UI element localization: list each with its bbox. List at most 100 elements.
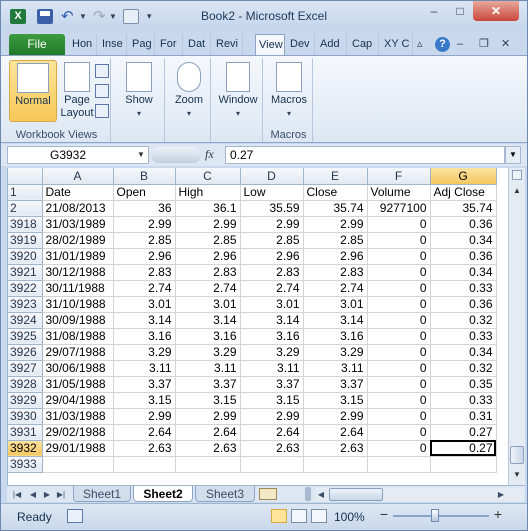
cell[interactable]: 2.74	[113, 280, 176, 297]
cell[interactable]: 3.15	[113, 392, 176, 409]
column-header[interactable]: F	[367, 168, 431, 185]
cell[interactable]: 2.96	[113, 248, 176, 265]
cell[interactable]: 2.74	[303, 280, 368, 297]
workbook-restore-icon[interactable]: ❐	[479, 37, 489, 52]
tab-review[interactable]: Revi	[213, 34, 243, 55]
first-sheet-icon[interactable]: |◀	[11, 488, 23, 501]
cell[interactable]: 2.99	[303, 408, 368, 425]
tab-insert[interactable]: Inse	[99, 34, 127, 55]
cell[interactable]: Adj Close	[430, 184, 497, 201]
scroll-right-icon[interactable]: ▶	[495, 488, 507, 501]
cell[interactable]: 0	[367, 312, 431, 329]
scroll-down-icon[interactable]: ▼	[510, 468, 524, 482]
cell[interactable]: 3.29	[303, 344, 368, 361]
view-page-layout-icon[interactable]	[291, 509, 307, 523]
maximize-button[interactable]: □	[447, 1, 473, 21]
cell[interactable]: 29/01/1988	[42, 440, 114, 457]
horizontal-scroll-thumb[interactable]	[329, 488, 383, 501]
cell[interactable]: 2.85	[303, 232, 368, 249]
cell[interactable]: Date	[42, 184, 114, 201]
row-header[interactable]: 2	[8, 200, 43, 217]
cell[interactable]: 0	[367, 376, 431, 393]
cell[interactable]: 36.1	[175, 200, 241, 217]
cell[interactable]: 28/02/1989	[42, 232, 114, 249]
row-header[interactable]: 3929	[8, 392, 43, 409]
name-box[interactable]: G3932	[7, 146, 149, 164]
workbook-close-icon[interactable]: ✕	[501, 37, 510, 52]
tab-developer[interactable]: Dev	[287, 34, 315, 55]
row-header[interactable]: 3933	[8, 456, 43, 473]
close-button[interactable]: ✕	[473, 1, 519, 21]
cell[interactable]: 2.64	[113, 424, 176, 441]
cell[interactable]: 2.64	[240, 424, 304, 441]
row-header[interactable]: 3921	[8, 264, 43, 281]
next-sheet-icon[interactable]: ▶	[41, 488, 53, 501]
column-header[interactable]: B	[113, 168, 176, 185]
tab-file[interactable]: File	[9, 34, 65, 55]
cell[interactable]: 0.36	[430, 296, 497, 313]
tab-data[interactable]: Dat	[185, 34, 211, 55]
worksheet-grid[interactable]: ABCDEFG 1 Date Open High Low Close Volume Adj C…	[7, 168, 508, 485]
cell[interactable]: 3.37	[113, 376, 176, 393]
cell[interactable]: 30/09/1988	[42, 312, 114, 329]
cell[interactable]	[367, 456, 431, 473]
expand-formula-bar-icon[interactable]: ▼	[505, 146, 521, 164]
cell[interactable]: 31/08/1988	[42, 328, 114, 345]
cell[interactable]: 2.99	[240, 216, 304, 233]
cell[interactable]: 2.96	[175, 248, 241, 265]
zoom-slider-track[interactable]	[393, 515, 489, 517]
cell[interactable]: 3.16	[240, 328, 304, 345]
row-header[interactable]: 3918	[8, 216, 43, 233]
cell[interactable]: 29/02/1988	[42, 424, 114, 441]
cell[interactable]: 21/08/2013	[42, 200, 114, 217]
cell[interactable]: 0	[367, 408, 431, 425]
cell[interactable]: 2.99	[113, 408, 176, 425]
sheet-tab-1[interactable]: Sheet1	[73, 486, 131, 502]
cell[interactable]: 3.11	[175, 360, 241, 377]
cell[interactable]: 3.15	[240, 392, 304, 409]
zoom-button[interactable]: Zoom ▾	[169, 60, 209, 122]
row-header[interactable]: 3932	[8, 440, 43, 457]
cell[interactable]: 0.34	[430, 232, 497, 249]
row-header[interactable]: 1	[8, 184, 43, 201]
cell[interactable]: 0	[367, 424, 431, 441]
cell[interactable]: 3.01	[303, 296, 368, 313]
cell[interactable]	[42, 456, 114, 473]
zoom-slider-thumb[interactable]	[431, 509, 439, 522]
custom-views-icon[interactable]	[95, 84, 109, 98]
cell[interactable]: 2.99	[175, 408, 241, 425]
window-button[interactable]: Window ▾	[215, 60, 261, 122]
cell[interactable]: 0	[367, 216, 431, 233]
cell[interactable]: 3.29	[113, 344, 176, 361]
cell[interactable]: 2.83	[240, 264, 304, 281]
sheet-tab-2[interactable]: Sheet2	[133, 486, 193, 502]
cell[interactable]: 0.34	[430, 264, 497, 281]
column-header[interactable]: C	[175, 168, 241, 185]
zoom-in-icon[interactable]: +	[491, 507, 505, 522]
cell[interactable]: 3.37	[240, 376, 304, 393]
tab-page-layout[interactable]: Pag	[129, 34, 155, 55]
split-box-icon[interactable]	[512, 170, 522, 180]
record-macro-icon[interactable]	[67, 509, 83, 523]
cell[interactable]: 2.74	[175, 280, 241, 297]
cell[interactable]: 2.83	[175, 264, 241, 281]
zoom-out-icon[interactable]: −	[377, 507, 391, 522]
cell[interactable]: 3.14	[240, 312, 304, 329]
cell[interactable]: 0	[367, 232, 431, 249]
normal-view-button[interactable]: Normal	[9, 60, 57, 122]
cell[interactable]: 0.36	[430, 216, 497, 233]
insert-function-icon[interactable]: fx	[205, 147, 225, 162]
macros-button[interactable]: Macros ▾	[267, 60, 311, 122]
row-header[interactable]: 3926	[8, 344, 43, 361]
workbook-minimize-icon[interactable]: –	[457, 37, 463, 52]
last-sheet-icon[interactable]: ▶|	[55, 488, 67, 501]
cell[interactable]: 2.63	[175, 440, 241, 457]
cell[interactable]: 0	[367, 328, 431, 345]
prev-sheet-icon[interactable]: ◀	[27, 488, 39, 501]
page-break-preview-icon[interactable]	[95, 64, 109, 78]
cell[interactable]: 2.83	[113, 264, 176, 281]
cell[interactable]: 0.33	[430, 280, 497, 297]
cell[interactable]: 30/06/1988	[42, 360, 114, 377]
cell[interactable]: 3.14	[175, 312, 241, 329]
tab-view[interactable]: View	[255, 34, 285, 55]
